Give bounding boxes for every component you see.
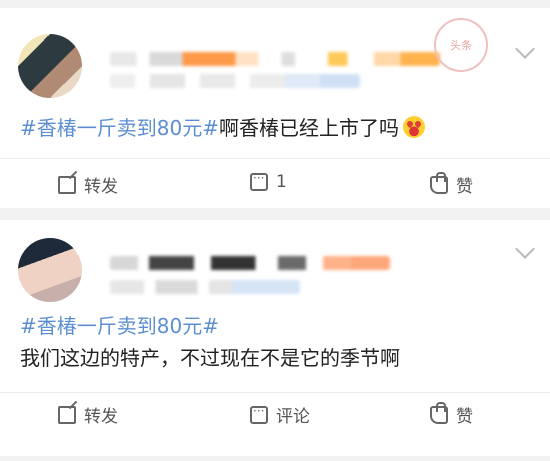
like-label: 赞 xyxy=(456,407,473,427)
like-label: 赞 xyxy=(456,177,473,197)
like-button[interactable]: 赞 xyxy=(430,171,473,197)
post-content: #香椿一斤卖到80元#啊香椿已经上市了吗 xyxy=(20,114,425,142)
topic-link[interactable]: #香椿一斤卖到80元# xyxy=(20,314,219,338)
watermark-stamp: 头条 xyxy=(434,18,488,72)
comment-icon xyxy=(250,171,268,191)
share-button[interactable]: 转发 xyxy=(58,402,118,427)
heart-eyes-emoji-icon xyxy=(402,116,425,138)
post-topic-line: #香椿一斤卖到80元# xyxy=(20,312,219,340)
post-meta-blurred xyxy=(110,280,300,294)
post-body: 我们这边的特产，不过现在不是它的季节啊 xyxy=(20,346,400,370)
post-meta-blurred xyxy=(110,74,360,88)
post-card: 头条 #香椿一斤卖到80元#啊香椿已经上市了吗 转发 1 赞 xyxy=(0,8,550,208)
share-icon xyxy=(58,405,76,424)
username-blurred[interactable] xyxy=(110,52,440,66)
like-icon xyxy=(430,401,448,424)
comment-button[interactable]: 评论 xyxy=(250,402,310,427)
comment-button[interactable]: 1 xyxy=(250,171,287,192)
username-blurred[interactable] xyxy=(110,256,390,270)
topic-link[interactable]: #香椿一斤卖到80元# xyxy=(20,116,219,140)
post-body: 啊香椿已经上市了吗 xyxy=(218,116,399,140)
chevron-down-icon[interactable] xyxy=(515,39,535,59)
comment-count: 1 xyxy=(276,172,287,192)
comment-icon xyxy=(250,404,268,424)
share-label: 转发 xyxy=(84,177,118,197)
share-icon xyxy=(58,175,76,194)
like-icon xyxy=(430,171,448,194)
share-label: 转发 xyxy=(84,407,118,427)
chevron-down-icon[interactable] xyxy=(515,239,535,259)
divider xyxy=(0,392,550,393)
comment-label: 评论 xyxy=(276,407,310,427)
share-button[interactable]: 转发 xyxy=(58,172,118,197)
like-button[interactable]: 赞 xyxy=(430,401,473,427)
avatar[interactable] xyxy=(18,238,82,302)
divider xyxy=(0,158,550,159)
avatar[interactable] xyxy=(18,34,82,98)
post-card: #香椿一斤卖到80元# 我们这边的特产，不过现在不是它的季节啊 转发 评论 赞 xyxy=(0,220,550,456)
